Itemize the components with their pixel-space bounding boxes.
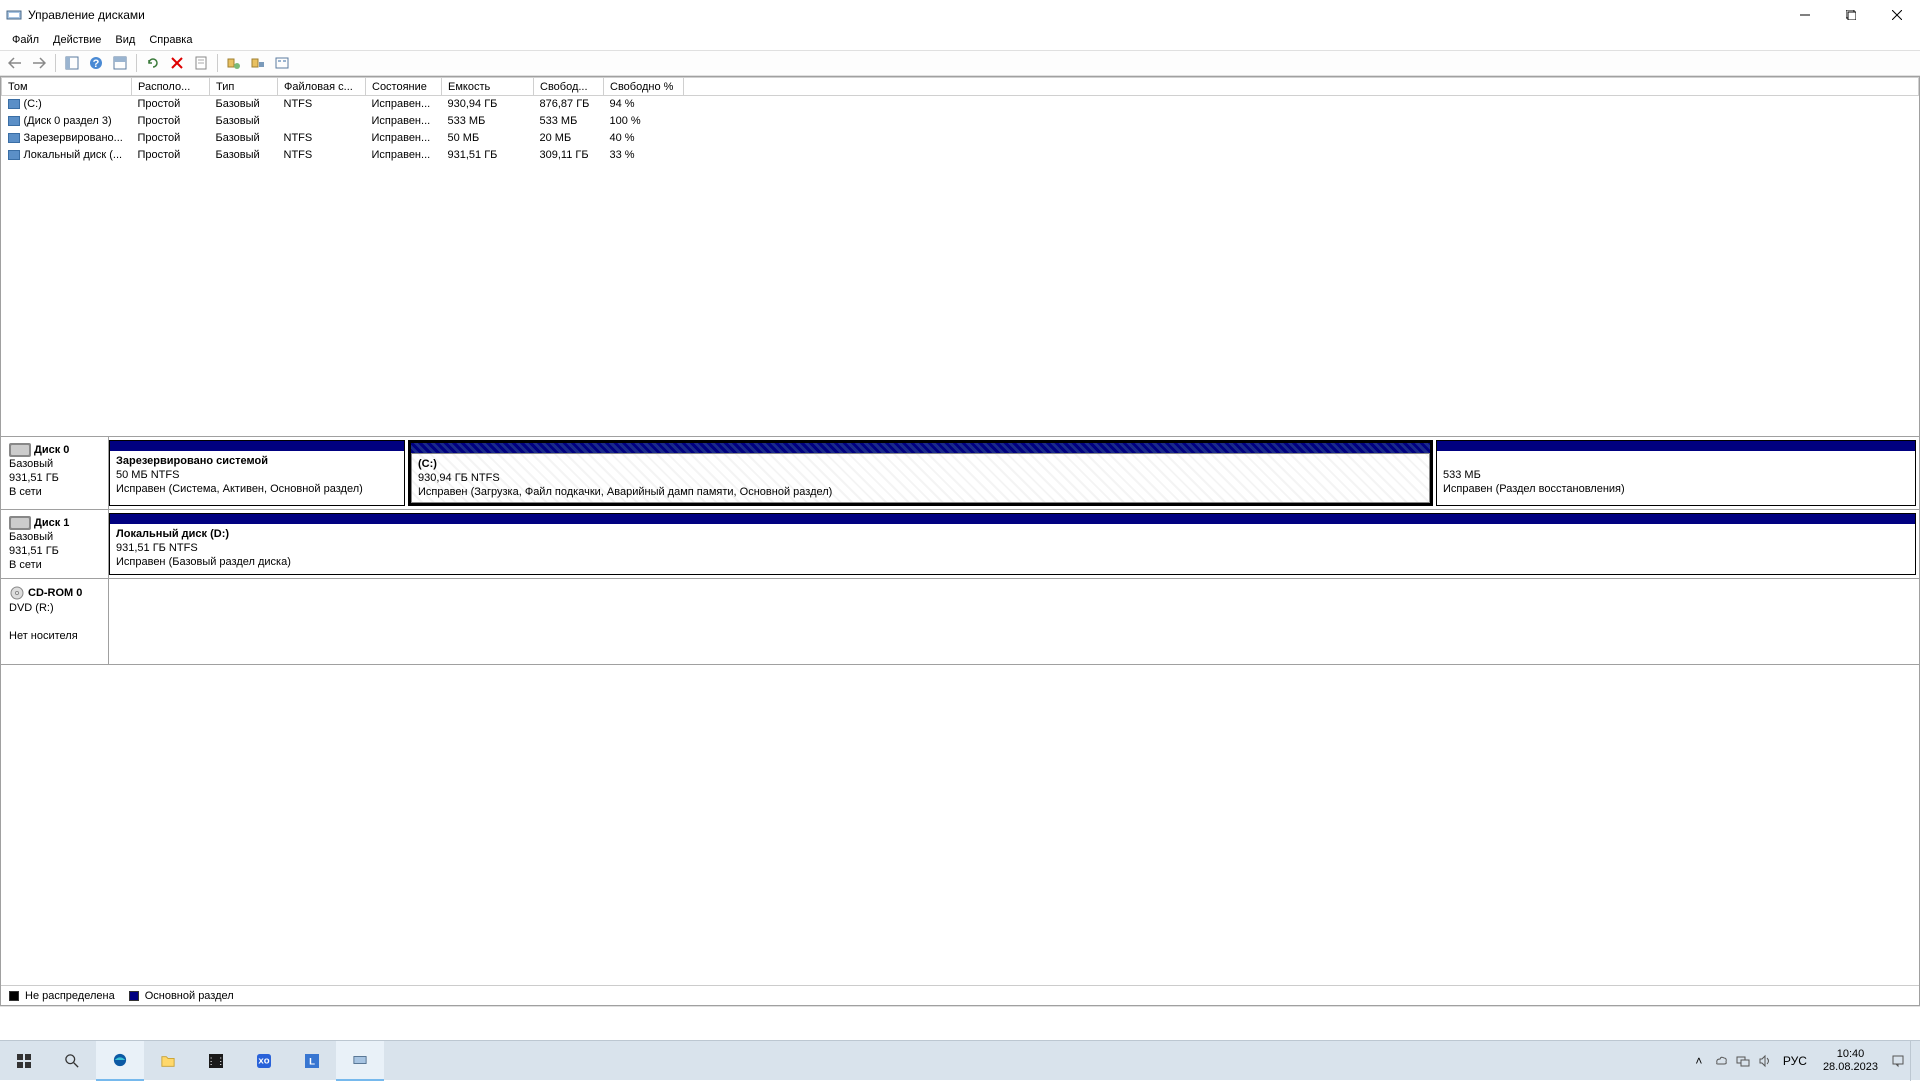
settings3-button[interactable]	[271, 52, 293, 74]
disk-icon	[9, 516, 31, 530]
disk-graphical-panel[interactable]: Диск 0 Базовый 931,51 ГБ В сети Зарезерв…	[1, 437, 1919, 985]
volume-icon	[8, 133, 20, 143]
disk-row-0[interactable]: Диск 0 Базовый 931,51 ГБ В сети Зарезерв…	[1, 437, 1919, 510]
close-button[interactable]	[1874, 0, 1920, 30]
minimize-button[interactable]	[1782, 0, 1828, 30]
column-header-row[interactable]: Том Располо... Тип Файловая с... Состоян…	[2, 78, 1919, 96]
refresh-button[interactable]	[142, 52, 164, 74]
disk-info-0: Диск 0 Базовый 931,51 ГБ В сети	[1, 437, 109, 509]
show-top-button[interactable]	[109, 52, 131, 74]
partition-disk0-reserved[interactable]: Зарезервировано системой 50 МБ NTFS Испр…	[109, 440, 405, 506]
help-button[interactable]: ?	[85, 52, 107, 74]
back-button[interactable]	[4, 52, 26, 74]
disk-icon	[9, 443, 31, 457]
taskbar-diskmgmt[interactable]	[336, 1041, 384, 1081]
cdrom-icon	[9, 585, 25, 601]
volume-row[interactable]: (Диск 0 раздел 3)ПростойБазовыйИсправен.…	[2, 113, 1919, 130]
col-free[interactable]: Свобод...	[534, 78, 604, 96]
delete-button[interactable]	[166, 52, 188, 74]
taskbar-edge[interactable]	[96, 1041, 144, 1081]
col-status[interactable]: Состояние	[366, 78, 442, 96]
tray-clock[interactable]: 10:40 28.08.2023	[1815, 1048, 1886, 1074]
volume-row[interactable]: (C:)ПростойБазовыйNTFSИсправен...930,94 …	[2, 96, 1919, 113]
menu-view[interactable]: Вид	[109, 32, 141, 48]
partition-header	[411, 443, 1430, 453]
disk-row-1[interactable]: Диск 1 Базовый 931,51 ГБ В сети Локальны…	[1, 510, 1919, 579]
col-type[interactable]: Тип	[210, 78, 278, 96]
disk-info-cdrom: CD-ROM 0 DVD (R:) Нет носителя	[1, 579, 109, 664]
menu-help[interactable]: Справка	[143, 32, 198, 48]
search-button[interactable]	[48, 1041, 96, 1081]
tray-onedrive-icon[interactable]	[1711, 1041, 1731, 1081]
volume-icon	[8, 116, 20, 126]
volume-row[interactable]: Локальный диск (...ПростойБазовыйNTFSИсп…	[2, 147, 1919, 164]
show-hide-tree-button[interactable]	[61, 52, 83, 74]
taskbar-app2[interactable]: xo	[240, 1041, 288, 1081]
title-bar: Управление дисками	[0, 0, 1920, 30]
taskbar: ⋮⋮ xo L ˄ РУС 10:40 28.08.2023	[0, 1040, 1920, 1080]
partition-header	[110, 441, 404, 451]
taskbar-app1[interactable]: ⋮⋮	[192, 1041, 240, 1081]
legend-unallocated-label: Не распределена	[25, 990, 115, 1002]
volume-list[interactable]: Том Располо... Тип Файловая с... Состоян…	[1, 77, 1919, 437]
tray-language[interactable]: РУС	[1777, 1041, 1813, 1081]
app-icon	[6, 7, 22, 23]
menu-file[interactable]: Файл	[6, 32, 45, 48]
legend-unallocated-swatch	[9, 991, 19, 1001]
col-fs[interactable]: Файловая с...	[278, 78, 366, 96]
start-button[interactable]	[0, 1041, 48, 1081]
toolbar: ?	[0, 50, 1920, 76]
svg-text:⋮⋮: ⋮⋮	[209, 1056, 223, 1067]
status-gap	[0, 1006, 1920, 1040]
col-freepct[interactable]: Свободно %	[604, 78, 684, 96]
volume-icon	[8, 150, 20, 160]
volume-row[interactable]: Зарезервировано...ПростойБазовыйNTFSИспр…	[2, 130, 1919, 147]
col-rest	[684, 78, 1919, 96]
tray-volume-icon[interactable]	[1755, 1041, 1775, 1081]
maximize-button[interactable]	[1828, 0, 1874, 30]
tray-notifications-icon[interactable]	[1888, 1041, 1908, 1081]
forward-button[interactable]	[28, 52, 50, 74]
properties-button[interactable]	[190, 52, 212, 74]
col-volume[interactable]: Том	[2, 78, 132, 96]
partition-header	[1437, 441, 1915, 451]
partition-disk0-recovery[interactable]: 533 МБ Исправен (Раздел восстановления)	[1436, 440, 1916, 506]
volume-icon	[8, 99, 20, 109]
partition-header	[110, 514, 1915, 524]
tray-chevron-icon[interactable]: ˄	[1689, 1041, 1709, 1081]
menu-action[interactable]: Действие	[47, 32, 107, 48]
svg-text:xo: xo	[258, 1055, 269, 1066]
legend-primary-label: Основной раздел	[145, 990, 234, 1002]
tray-network-icon[interactable]	[1733, 1041, 1753, 1081]
legend: Не распределена Основной раздел	[1, 985, 1919, 1005]
partition-disk1-d[interactable]: Локальный диск (D:) 931,51 ГБ NTFS Испра…	[109, 513, 1916, 575]
col-capacity[interactable]: Емкость	[442, 78, 534, 96]
taskbar-app3[interactable]: L	[288, 1041, 336, 1081]
svg-text:L: L	[309, 1056, 315, 1067]
col-layout[interactable]: Располо...	[132, 78, 210, 96]
menu-bar: Файл Действие Вид Справка	[0, 30, 1920, 50]
window-title: Управление дисками	[28, 8, 1782, 22]
taskbar-explorer[interactable]	[144, 1041, 192, 1081]
settings2-button[interactable]	[247, 52, 269, 74]
settings1-button[interactable]	[223, 52, 245, 74]
disk-row-cdrom[interactable]: CD-ROM 0 DVD (R:) Нет носителя	[1, 579, 1919, 665]
content-area: Том Располо... Тип Файловая с... Состоян…	[0, 76, 1920, 1006]
svg-text:?: ?	[93, 58, 100, 70]
disk-info-1: Диск 1 Базовый 931,51 ГБ В сети	[1, 510, 109, 578]
partition-disk0-c[interactable]: (C:) 930,94 ГБ NTFS Исправен (Загрузка, …	[408, 440, 1433, 506]
show-desktop-button[interactable]	[1910, 1041, 1916, 1081]
legend-primary-swatch	[129, 991, 139, 1001]
